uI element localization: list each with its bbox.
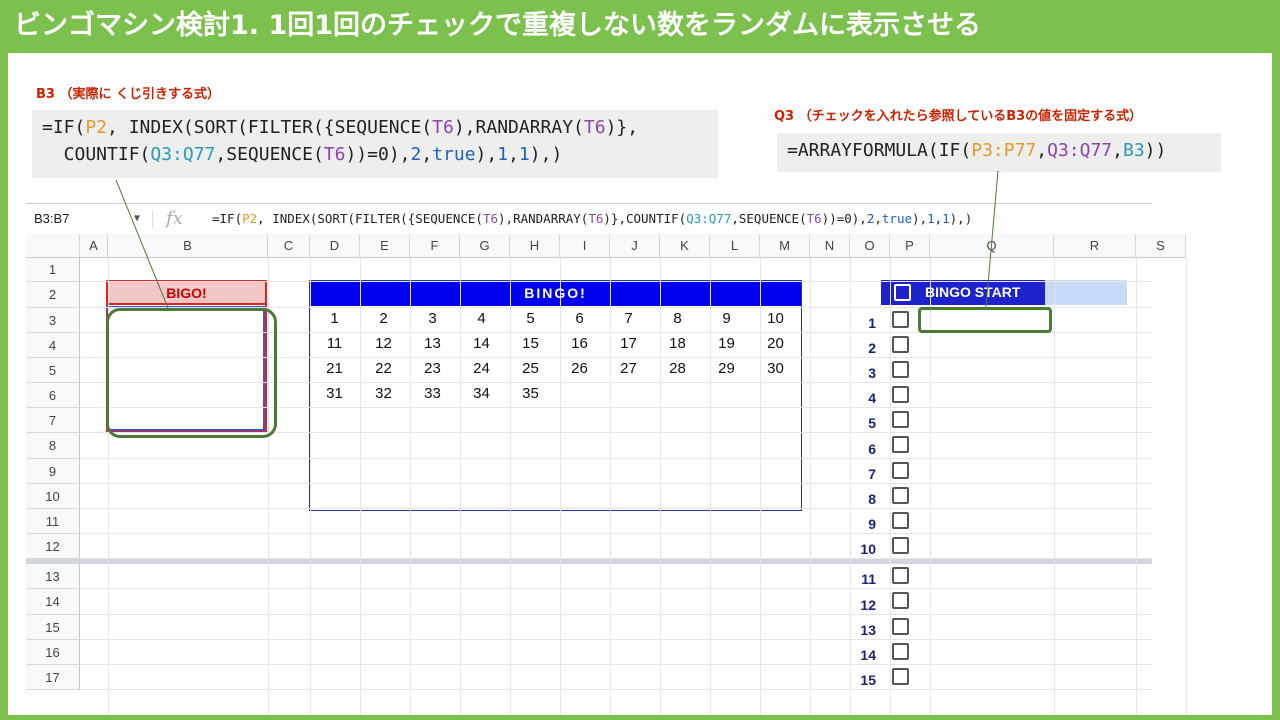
b3-leader-line [115, 179, 169, 309]
page-title: ビンゴマシン検討1. 1回1回のチェックで重複しない数をランダムに表示させる [14, 10, 982, 41]
content-panel: B3 （実際に くじ引きする式） =IF(P2, INDEX(SORT(FILT… [8, 53, 1272, 715]
annotation-lines [115, 170, 999, 309]
q3-leader-line [985, 170, 999, 308]
